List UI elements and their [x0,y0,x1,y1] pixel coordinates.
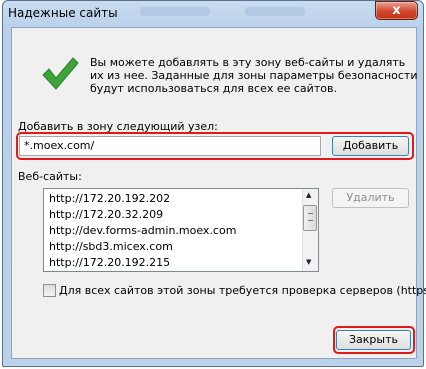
grip-icon [308,213,313,221]
list-item[interactable]: http://172.20.192.215 [49,255,170,270]
list-item[interactable]: http://172.20.192.202 [49,191,170,206]
https-required-checkbox[interactable] [43,284,56,297]
info-text: Вы можете добавлять в эту зону веб-сайты… [90,56,418,95]
scroll-down-arrow-icon[interactable]: ▼ [306,258,311,266]
list-item[interactable]: http://sbd3.micex.com [49,239,173,254]
websites-label: Веб-сайты: [18,170,82,183]
remove-button[interactable]: Удалить [332,188,409,208]
list-item[interactable]: http://172.20.32.209 [49,207,163,222]
window-title: Надежные сайты [8,6,118,20]
https-required-label: Для всех сайтов этой зоны требуется пров… [59,284,426,297]
list-item[interactable]: http://dev.forms-admin.moex.com [49,223,236,238]
checkmark-icon [42,57,79,90]
highlight-frame-close [333,326,415,354]
scroll-up-arrow-icon[interactable]: ▲ [306,191,311,199]
websites-list[interactable]: http://172.20.192.202 http://172.20.32.2… [43,188,319,272]
window-close-button[interactable]: x [375,1,418,20]
highlight-frame-add [16,132,414,160]
blurred-background-tab [245,7,305,16]
blurred-background-tab [140,7,210,16]
